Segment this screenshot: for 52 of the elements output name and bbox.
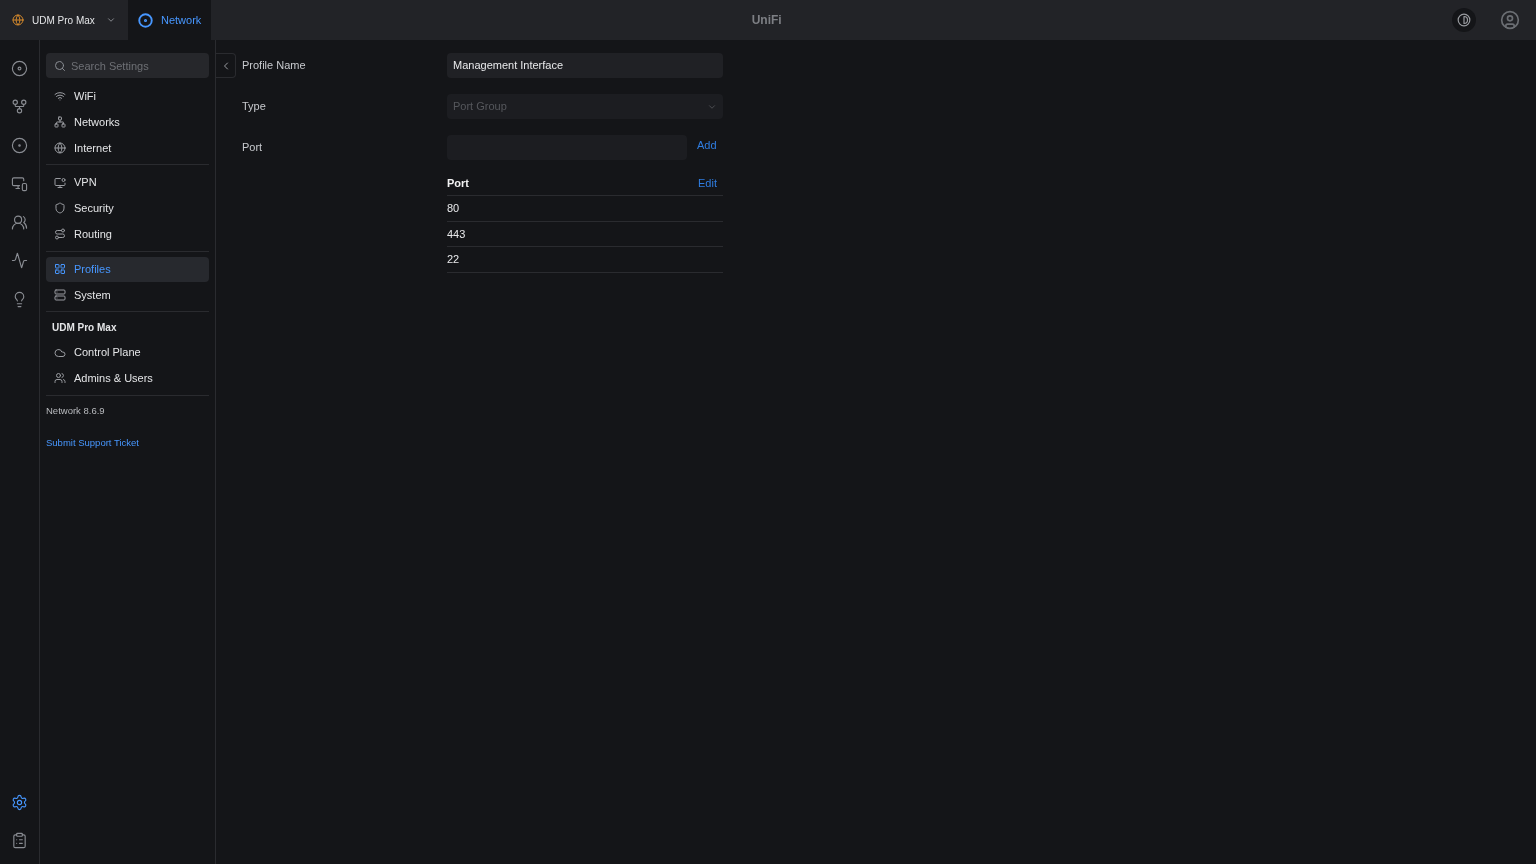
clipboard-icon bbox=[11, 831, 28, 849]
collapse-button[interactable] bbox=[216, 53, 236, 78]
console-selector[interactable]: UDM Pro Max bbox=[0, 0, 128, 40]
monitor-icon bbox=[54, 176, 66, 189]
network-icon bbox=[54, 116, 66, 129]
wave-icon bbox=[11, 252, 28, 269]
nav-item[interactable]: System bbox=[46, 282, 209, 308]
search-field[interactable]: Search Settings bbox=[46, 53, 209, 78]
cloud-icon bbox=[54, 346, 66, 359]
table-cell-text: 80 bbox=[447, 201, 460, 216]
table-cell-text: 443 bbox=[447, 226, 466, 242]
nav-item[interactable]: Security bbox=[46, 196, 209, 221]
nav-item[interactable]: Admins & Users bbox=[46, 365, 209, 391]
nav-item[interactable]: Profiles bbox=[46, 256, 209, 282]
version-text: Network 8.6.9 bbox=[46, 403, 106, 418]
field-label: Type bbox=[242, 99, 267, 115]
shapes-icon bbox=[54, 263, 66, 276]
support-link[interactable]: Submit Support Ticket bbox=[46, 436, 209, 451]
section-heading: UDM Pro Max bbox=[51, 321, 118, 336]
users-icon bbox=[54, 372, 66, 385]
field-label: Port bbox=[242, 140, 264, 156]
column-header: Port bbox=[447, 175, 469, 191]
settings-icon bbox=[11, 793, 28, 811]
add-button[interactable]: Add bbox=[697, 137, 717, 154]
table-cell-text: 22 bbox=[447, 252, 460, 267]
nav-item[interactable]: VPN bbox=[46, 170, 209, 196]
app-title: UniFi bbox=[751, 12, 782, 29]
topology-icon bbox=[11, 98, 28, 115]
server-icon bbox=[54, 288, 66, 301]
route-icon bbox=[54, 228, 66, 241]
globe-icon bbox=[12, 14, 24, 26]
nav-item[interactable]: Networks bbox=[46, 109, 209, 135]
app-icon bbox=[138, 12, 153, 28]
caret-icon bbox=[106, 15, 116, 25]
theme-toggle[interactable] bbox=[1452, 8, 1476, 32]
search-icon bbox=[54, 59, 66, 72]
people-icon bbox=[11, 213, 28, 231]
globe-icon bbox=[54, 141, 66, 154]
target-icon bbox=[11, 136, 28, 154]
shield-icon bbox=[54, 202, 66, 215]
profile-name-field[interactable]: Management Interface bbox=[447, 53, 723, 78]
app-tab[interactable]: Network bbox=[128, 0, 212, 40]
nav-item[interactable]: WiFi bbox=[46, 83, 209, 109]
edit-button[interactable]: Edit bbox=[698, 174, 717, 192]
dashboard-icon bbox=[11, 59, 28, 77]
field-label: Profile Name bbox=[242, 58, 307, 74]
nav-item[interactable]: Control Plane bbox=[46, 340, 209, 366]
nav-item[interactable]: Internet bbox=[46, 135, 209, 161]
user-icon bbox=[1500, 10, 1520, 30]
nav-item[interactable]: Routing bbox=[46, 221, 209, 247]
contrast-icon bbox=[1457, 13, 1471, 27]
devices-icon bbox=[11, 175, 28, 192]
